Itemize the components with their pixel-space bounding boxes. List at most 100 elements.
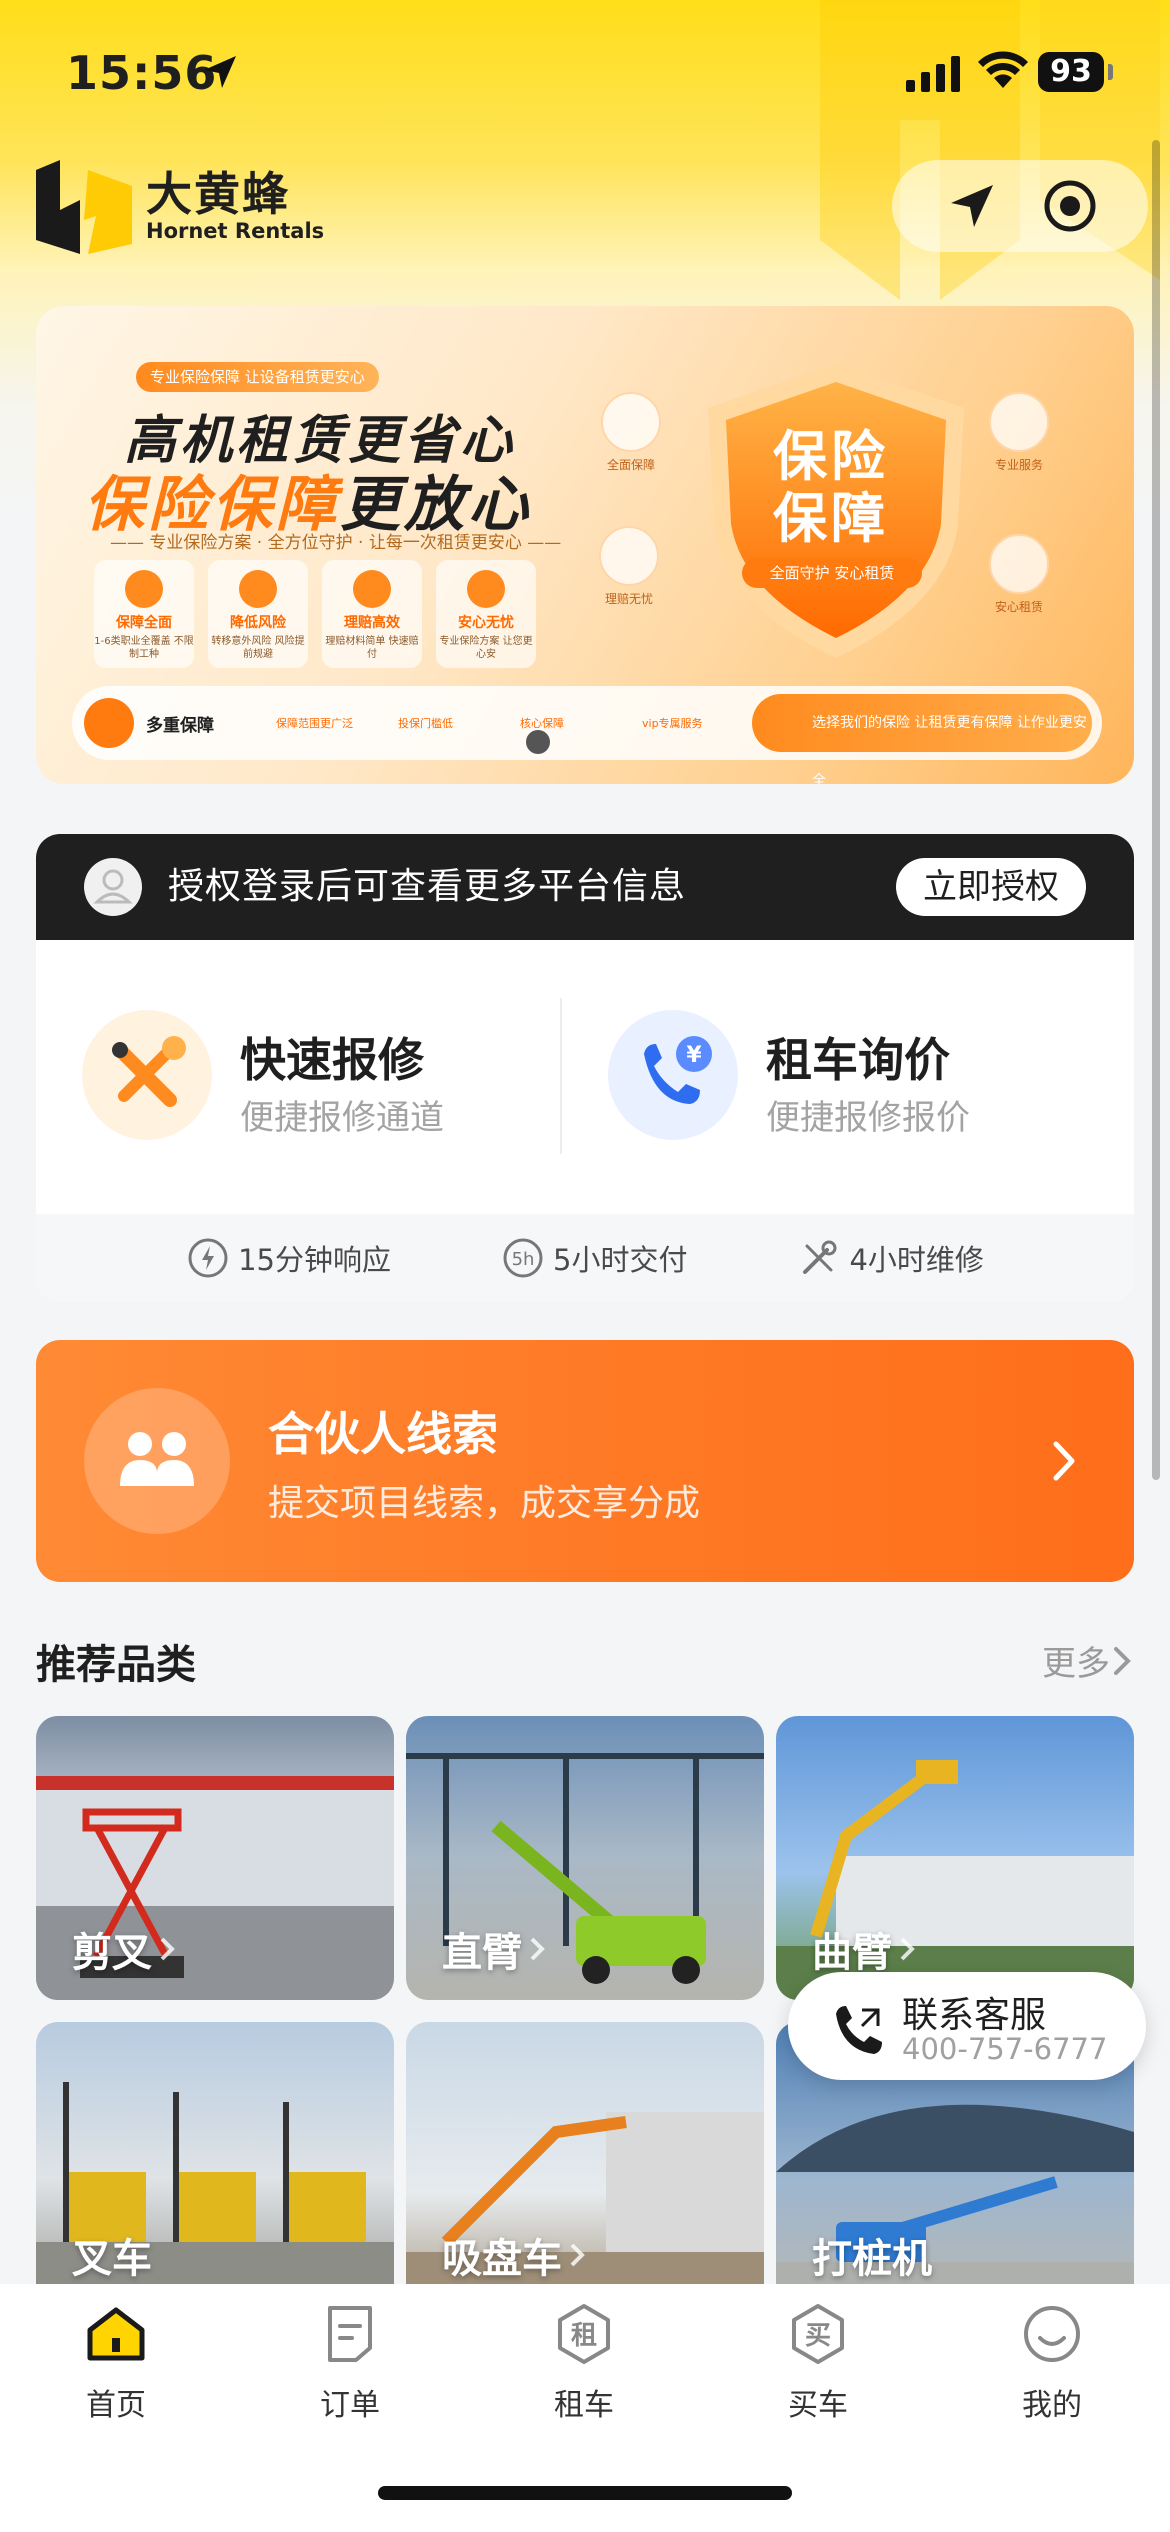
tab-home[interactable]: 首页: [46, 2302, 186, 2424]
banner-feature-desc: 专业保险方案 让您更心安: [439, 636, 533, 660]
auth-prompt: 授权登录后可查看更多平台信息: [168, 866, 687, 907]
banner-bottom-title: 多重保障: [146, 715, 214, 736]
category-tile-suction-cup-truck[interactable]: 吸盘车: [406, 2022, 764, 2306]
support-agent-icon: [467, 570, 505, 608]
banner-feature-title: 保障全面: [116, 615, 172, 631]
quick-repair-service[interactable]: 快速报修 便捷报修通道: [36, 940, 584, 1160]
battery-tip: [1108, 64, 1113, 80]
feature-label: 4小时维修: [849, 1243, 984, 1277]
service-title: 快速报修: [240, 1033, 424, 1087]
feature-response: 15分钟响应: [186, 1236, 391, 1280]
category-tile-scissor-lift[interactable]: 剪叉: [36, 1716, 394, 2000]
category-tile-articulating-lift[interactable]: 曲臂: [776, 1716, 1134, 2000]
customer-service-title: 联系客服: [902, 1995, 1047, 2036]
service-subtitle: 便捷报修报价: [766, 1098, 970, 1138]
category-tile-forklift[interactable]: 叉车: [36, 2022, 394, 2306]
banner-feature-title: 降低风险: [230, 615, 286, 631]
partners-icon: [84, 1388, 230, 1534]
status-bar: 15:56 93: [0, 0, 1170, 150]
banner-bottom-main: 多重保障: [84, 698, 264, 748]
navigation-arrow-icon: [951, 185, 993, 227]
wifi-icon: [978, 51, 1028, 88]
five-hour-icon: 5h: [503, 1238, 543, 1278]
banner-side-icon: 理赔无忧: [596, 526, 662, 607]
banner-feature: 理赔高效理赔材料简单 快速赔付: [322, 560, 422, 668]
banner-side-label: 安心租赁: [994, 600, 1043, 614]
lightning-icon: [353, 570, 391, 608]
tools-icon: [803, 1240, 837, 1274]
logo-chinese-name: 大黄蜂: [146, 167, 290, 221]
banner-features: 保障全面 1-6类职业全覆盖 不限制工种 降低风险转移意外风险 风险提前规避 理赔…: [94, 560, 536, 668]
shield-caption: 全面守护 安心租赁: [742, 558, 922, 588]
tab-label: 租车: [554, 2388, 614, 2423]
banner-feature-desc: 理赔材料简单 快速赔付: [325, 636, 419, 660]
banner-side-label: 全面保障: [606, 458, 655, 472]
chevron-right-icon: [900, 1937, 915, 1961]
banner-feature-title: 安心无忧: [458, 615, 514, 631]
chevron-right-icon: [1114, 1646, 1131, 1675]
banner-tag: 专业保险保障 让设备租赁更安心: [136, 362, 379, 392]
category-label: 曲臂: [812, 1920, 916, 1978]
category-label: 打桩机: [812, 2236, 932, 2282]
chevron-right-icon: [160, 1937, 175, 1961]
shield-check-icon: [125, 570, 163, 608]
wrench-screwdriver-icon: [82, 1010, 212, 1140]
svg-text:¥: ¥: [686, 1043, 702, 1068]
authorize-button[interactable]: 立即授权: [896, 858, 1086, 916]
partner-subtitle: 提交项目线索，成交享分成: [268, 1483, 701, 1524]
service-subtitle: 便捷报修通道: [240, 1098, 444, 1138]
scan-target-button[interactable]: [1024, 160, 1116, 252]
chevron-right-icon: [530, 1937, 545, 1961]
tab-profile[interactable]: 我的: [982, 2302, 1122, 2424]
partner-title: 合伙人线索: [268, 1407, 498, 1461]
tab-buy[interactable]: 买 买车: [748, 2302, 888, 2424]
logo-english-name: Hornet Rentals: [146, 219, 325, 243]
chevron-right-icon: [1053, 1441, 1075, 1481]
rental-inquiry-service[interactable]: ¥ 租车询价 便捷报修报价: [562, 940, 1110, 1160]
banner-side-label: 理赔无忧: [604, 592, 653, 606]
target-icon: [1044, 180, 1096, 232]
banner-feature: 保障全面 1-6类职业全覆盖 不限制工种: [94, 560, 194, 668]
service-card: 授权登录后可查看更多平台信息 立即授权 快速报修 便捷报修通道 ¥ 租车询价 便…: [36, 834, 1134, 1302]
phone-call-icon: [836, 2006, 882, 2054]
svg-text:买: 买: [805, 2321, 831, 2351]
more-link[interactable]: 更多: [1042, 1636, 1134, 1685]
feature-repair: 4小时维修: [797, 1236, 984, 1280]
category-tile-boom-lift[interactable]: 直臂: [406, 1716, 764, 2000]
svg-text:5h: 5h: [512, 1249, 535, 1270]
more-label: 更多: [1042, 1644, 1110, 1684]
category-label: 直臂: [442, 1920, 546, 1978]
banner-feature: 降低风险转移意外风险 风险提前规避: [208, 560, 308, 668]
banner-side-icon: 安心租赁: [986, 534, 1052, 615]
location-button[interactable]: [926, 160, 1018, 252]
auth-bar: 授权登录后可查看更多平台信息 立即授权: [36, 834, 1134, 940]
shield-text: 保险保障: [773, 425, 889, 550]
carousel-indicator[interactable]: [526, 730, 550, 754]
tab-label: 订单: [320, 2388, 380, 2423]
money-bag-icon: [239, 570, 277, 608]
banner-feature-title: 理赔高效: [344, 615, 400, 631]
banner-feature-desc: 1-6类职业全覆盖 不限制工种: [94, 636, 194, 660]
buy-icon: 买: [792, 2304, 844, 2364]
banner-side-icon: 专业服务: [986, 392, 1052, 473]
banner-feature-desc: 转移意外风险 风险提前规避: [211, 636, 305, 660]
hornet-logo-icon: [36, 160, 132, 254]
phone-price-icon: ¥: [608, 1010, 738, 1140]
banner-side-label: 专业服务: [994, 458, 1043, 472]
header-actions: [892, 160, 1148, 252]
tab-rent[interactable]: 租 租车: [514, 2302, 654, 2424]
banner-bottom-item: 投保门槛低: [398, 717, 453, 730]
tab-label: 买车: [788, 2388, 848, 2423]
scrollbar[interactable]: [1152, 140, 1160, 1480]
insurance-banner[interactable]: 专业保险保障 让设备租赁更安心 高机租赁更省心 保险保障更放心 —— 专业保险方…: [36, 306, 1134, 784]
home-indicator[interactable]: [378, 2486, 792, 2500]
partner-leads-card[interactable]: 合伙人线索 提交项目线索，成交享分成: [36, 1340, 1134, 1582]
contact-customer-service-button[interactable]: 联系客服 400-757-6777: [788, 1972, 1146, 2080]
location-services-icon: [204, 56, 236, 88]
feature-label: 5小时交付: [553, 1243, 688, 1277]
user-icon: [93, 869, 133, 904]
banner-subtitle: —— 专业保险方案 · 全方位守护 · 让每一次租赁更安心 ——: [110, 533, 562, 553]
tab-orders[interactable]: 订单: [280, 2302, 420, 2424]
avatar: [84, 858, 142, 916]
battery-indicator: 93: [1038, 52, 1104, 92]
